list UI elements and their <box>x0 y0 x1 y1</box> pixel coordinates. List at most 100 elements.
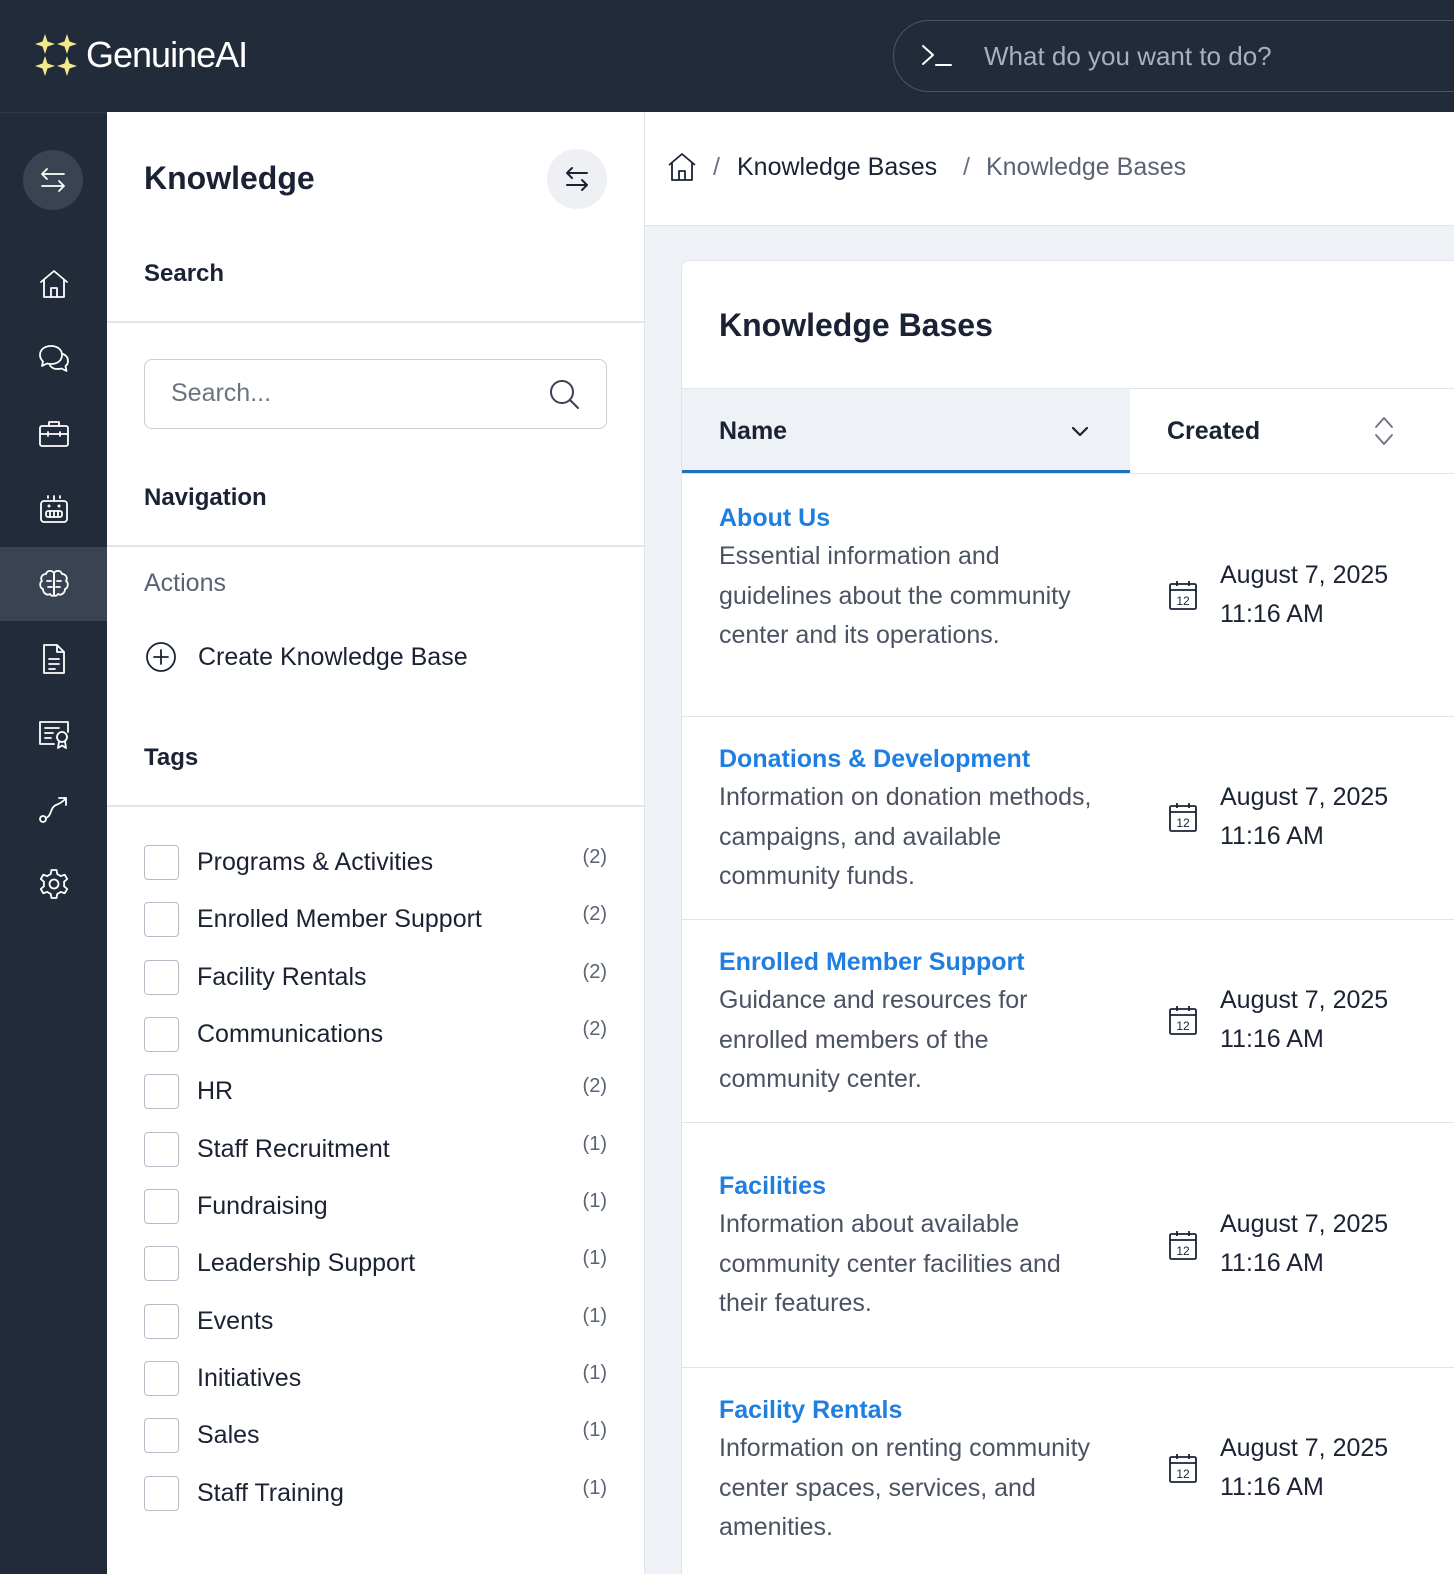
rail-item-documents[interactable] <box>0 622 107 696</box>
rail-item-workflows[interactable] <box>0 772 107 846</box>
tag-checkbox[interactable] <box>144 902 179 937</box>
search-box <box>144 359 607 429</box>
tag-count: (2) <box>582 846 607 868</box>
rail-item-projects[interactable] <box>0 397 107 471</box>
tag-count: (1) <box>582 1133 607 1155</box>
knowledge-base-link[interactable]: Enrolled Member Support <box>719 948 1025 977</box>
tag-item[interactable]: Leadership Support (1) <box>144 1245 607 1285</box>
certificate-icon <box>38 721 69 749</box>
tag-item[interactable]: Enrolled Member Support (2) <box>144 901 607 941</box>
logo[interactable]: GenuineAI <box>34 32 248 78</box>
tag-name: Programs & Activities <box>197 848 434 876</box>
command-bar[interactable]: What do you want to do? <box>893 20 1454 92</box>
tag-checkbox[interactable] <box>144 1246 179 1281</box>
tag-name: Leadership Support <box>197 1249 416 1277</box>
svg-text:12: 12 <box>1176 816 1190 830</box>
column-header-created[interactable]: Created <box>1130 389 1454 473</box>
command-placeholder: What do you want to do? <box>984 40 1272 71</box>
rail-item-agents[interactable] <box>0 472 107 546</box>
created-time: 11:16 AM <box>1220 600 1324 628</box>
tag-checkbox[interactable] <box>144 1304 179 1339</box>
tag-item[interactable]: Sales (1) <box>144 1417 607 1457</box>
created-timestamp: August 7, 2025 11:16 AM <box>1220 1429 1388 1507</box>
tag-checkbox[interactable] <box>144 1476 179 1511</box>
swap-arrows-icon <box>566 167 588 191</box>
rail-item-settings[interactable] <box>0 847 107 921</box>
calendar-icon: 12 <box>1168 801 1198 833</box>
rail-item-home[interactable] <box>0 247 107 321</box>
tag-checkbox[interactable] <box>144 1074 179 1109</box>
created-date: August 7, 2025 <box>1220 1434 1389 1462</box>
tag-count: (1) <box>582 1190 607 1212</box>
calendar-icon: 12 <box>1168 1004 1198 1036</box>
tag-item[interactable]: Staff Training (1) <box>144 1475 607 1515</box>
tag-count: (2) <box>582 1018 607 1040</box>
tag-count: (2) <box>582 961 607 983</box>
rail-collapse-button[interactable] <box>23 150 83 210</box>
tag-checkbox[interactable] <box>144 1361 179 1396</box>
search-icon[interactable] <box>547 377 581 411</box>
rail-item-knowledge[interactable] <box>0 547 107 621</box>
created-timestamp: August 7, 2025 11:16 AM <box>1220 556 1388 634</box>
swap-arrows-icon <box>41 168 65 192</box>
tag-checkbox[interactable] <box>144 1017 179 1052</box>
panel-toggle-button[interactable] <box>547 149 607 209</box>
gear-icon <box>39 869 68 899</box>
breadcrumb-separator: / <box>963 153 970 181</box>
tag-count: (1) <box>582 1362 607 1384</box>
column-header-name[interactable]: Name <box>682 389 1130 473</box>
tag-item[interactable]: Staff Recruitment (1) <box>144 1131 607 1171</box>
rail-item-reviews[interactable] <box>0 697 107 771</box>
tag-item[interactable]: Fundraising (1) <box>144 1188 607 1228</box>
created-date: August 7, 2025 <box>1220 561 1389 589</box>
table-row[interactable]: About Us Essential information and guide… <box>682 474 1454 717</box>
table-row[interactable]: Donations & Development Information on d… <box>682 717 1454 920</box>
tag-name: Facility Rentals <box>197 963 367 991</box>
search-input[interactable] <box>145 360 545 427</box>
tag-item[interactable]: Programs & Activities (2) <box>144 844 607 884</box>
svg-text:12: 12 <box>1176 1467 1190 1481</box>
chevron-down-icon <box>1071 426 1089 437</box>
created-time: 11:16 AM <box>1220 1025 1324 1053</box>
tag-item[interactable]: Events (1) <box>144 1303 607 1343</box>
home-icon <box>39 270 68 298</box>
tag-name: Communications <box>197 1020 384 1048</box>
table-row[interactable]: Enrolled Member Support Guidance and res… <box>682 920 1454 1123</box>
created-time: 11:16 AM <box>1220 1473 1324 1501</box>
briefcase-icon <box>38 421 69 447</box>
tag-item[interactable]: Communications (2) <box>144 1016 607 1056</box>
knowledge-base-description: Guidance and resources for enrolled memb… <box>719 986 1028 1093</box>
tag-item[interactable]: Initiatives (1) <box>144 1360 607 1400</box>
table-row[interactable]: Facility Rentals Information on renting … <box>682 1368 1454 1574</box>
tag-checkbox[interactable] <box>144 845 179 880</box>
knowledge-base-description: Information on donation methods, campaig… <box>719 783 1092 890</box>
knowledge-base-link[interactable]: Donations & Development <box>719 745 1030 774</box>
create-knowledge-base-button[interactable]: Create Knowledge Base <box>144 640 468 674</box>
column-label: Name <box>719 417 788 445</box>
table-header: Name Created <box>682 388 1454 474</box>
tag-item[interactable]: HR (2) <box>144 1073 607 1113</box>
knowledge-base-link[interactable]: About Us <box>719 504 830 533</box>
tag-name: HR <box>197 1077 234 1105</box>
tag-item[interactable]: Facility Rentals (2) <box>144 959 607 999</box>
tag-checkbox[interactable] <box>144 960 179 995</box>
rail-item-chat[interactable] <box>0 322 107 396</box>
sort-icon <box>1375 417 1393 445</box>
knowledge-base-link[interactable]: Facility Rentals <box>719 1396 902 1425</box>
tag-checkbox[interactable] <box>144 1132 179 1167</box>
home-icon[interactable] <box>665 150 699 184</box>
terminal-prompt-icon <box>922 45 952 66</box>
tag-count: (2) <box>582 903 607 925</box>
tag-count: (1) <box>582 1477 607 1499</box>
tag-checkbox[interactable] <box>144 1418 179 1453</box>
table-row[interactable]: Facilities Information about available c… <box>682 1123 1454 1368</box>
svg-text:12: 12 <box>1176 594 1190 608</box>
knowledge-base-link[interactable]: Facilities <box>719 1172 826 1201</box>
tag-checkbox[interactable] <box>144 1189 179 1224</box>
app-name: GenuineAI <box>86 34 248 75</box>
calendar-icon: 12 <box>1168 1229 1198 1261</box>
tag-name: Initiatives <box>197 1364 302 1392</box>
breadcrumb-link[interactable]: Knowledge Bases <box>737 153 937 182</box>
created-time: 11:16 AM <box>1220 1249 1324 1277</box>
panel-title: Knowledge <box>144 160 315 196</box>
